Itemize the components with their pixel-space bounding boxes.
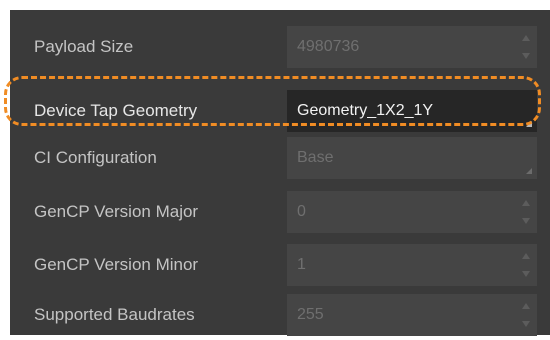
spin-down-icon: [522, 271, 530, 277]
dropdown-corner-icon: [526, 168, 532, 174]
highlight-callout-outline: [4, 76, 541, 126]
gencp-version-major-spinner: 0: [287, 191, 537, 233]
ci-configuration-dropdown: Base: [287, 137, 537, 179]
property-value: 0: [297, 203, 306, 220]
property-label: CI Configuration: [34, 148, 157, 167]
property-value: 255: [297, 306, 324, 323]
gencp-version-minor-spinner: 1: [287, 244, 537, 286]
property-row-ci-configuration: CI Configuration Base: [10, 133, 550, 183]
property-value: 1: [297, 256, 306, 273]
spin-up-icon: [522, 253, 530, 259]
property-label: GenCP Version Major: [34, 202, 199, 221]
spin-arrows-icon: [522, 303, 532, 327]
property-row-payload-size: Payload Size 4980736: [10, 22, 550, 72]
spin-down-icon: [522, 218, 530, 224]
supported-baudrates-spinner: 255: [287, 294, 537, 336]
property-row-gencp-version-minor: GenCP Version Minor 1: [10, 240, 550, 290]
spin-arrows-icon: [522, 200, 532, 224]
spin-up-icon: [522, 303, 530, 309]
spin-up-icon: [522, 35, 530, 41]
property-value: 4980736: [297, 38, 360, 55]
spin-arrows-icon: [522, 35, 532, 59]
property-label: Supported Baudrates: [34, 305, 195, 324]
property-value: Base: [297, 149, 334, 166]
feature-property-panel: Payload Size 4980736 Device Tap Geometry…: [10, 10, 550, 336]
spin-arrows-icon: [522, 253, 532, 277]
spin-up-icon: [522, 200, 530, 206]
property-label: Payload Size: [34, 37, 134, 56]
property-label: GenCP Version Minor: [34, 255, 199, 274]
property-row-gencp-version-major: GenCP Version Major 0: [10, 187, 550, 237]
spin-down-icon: [522, 53, 530, 59]
spin-down-icon: [522, 321, 530, 327]
property-row-supported-baudrates: Supported Baudrates 255: [10, 290, 550, 340]
payload-size-spinner: 4980736: [287, 26, 537, 68]
